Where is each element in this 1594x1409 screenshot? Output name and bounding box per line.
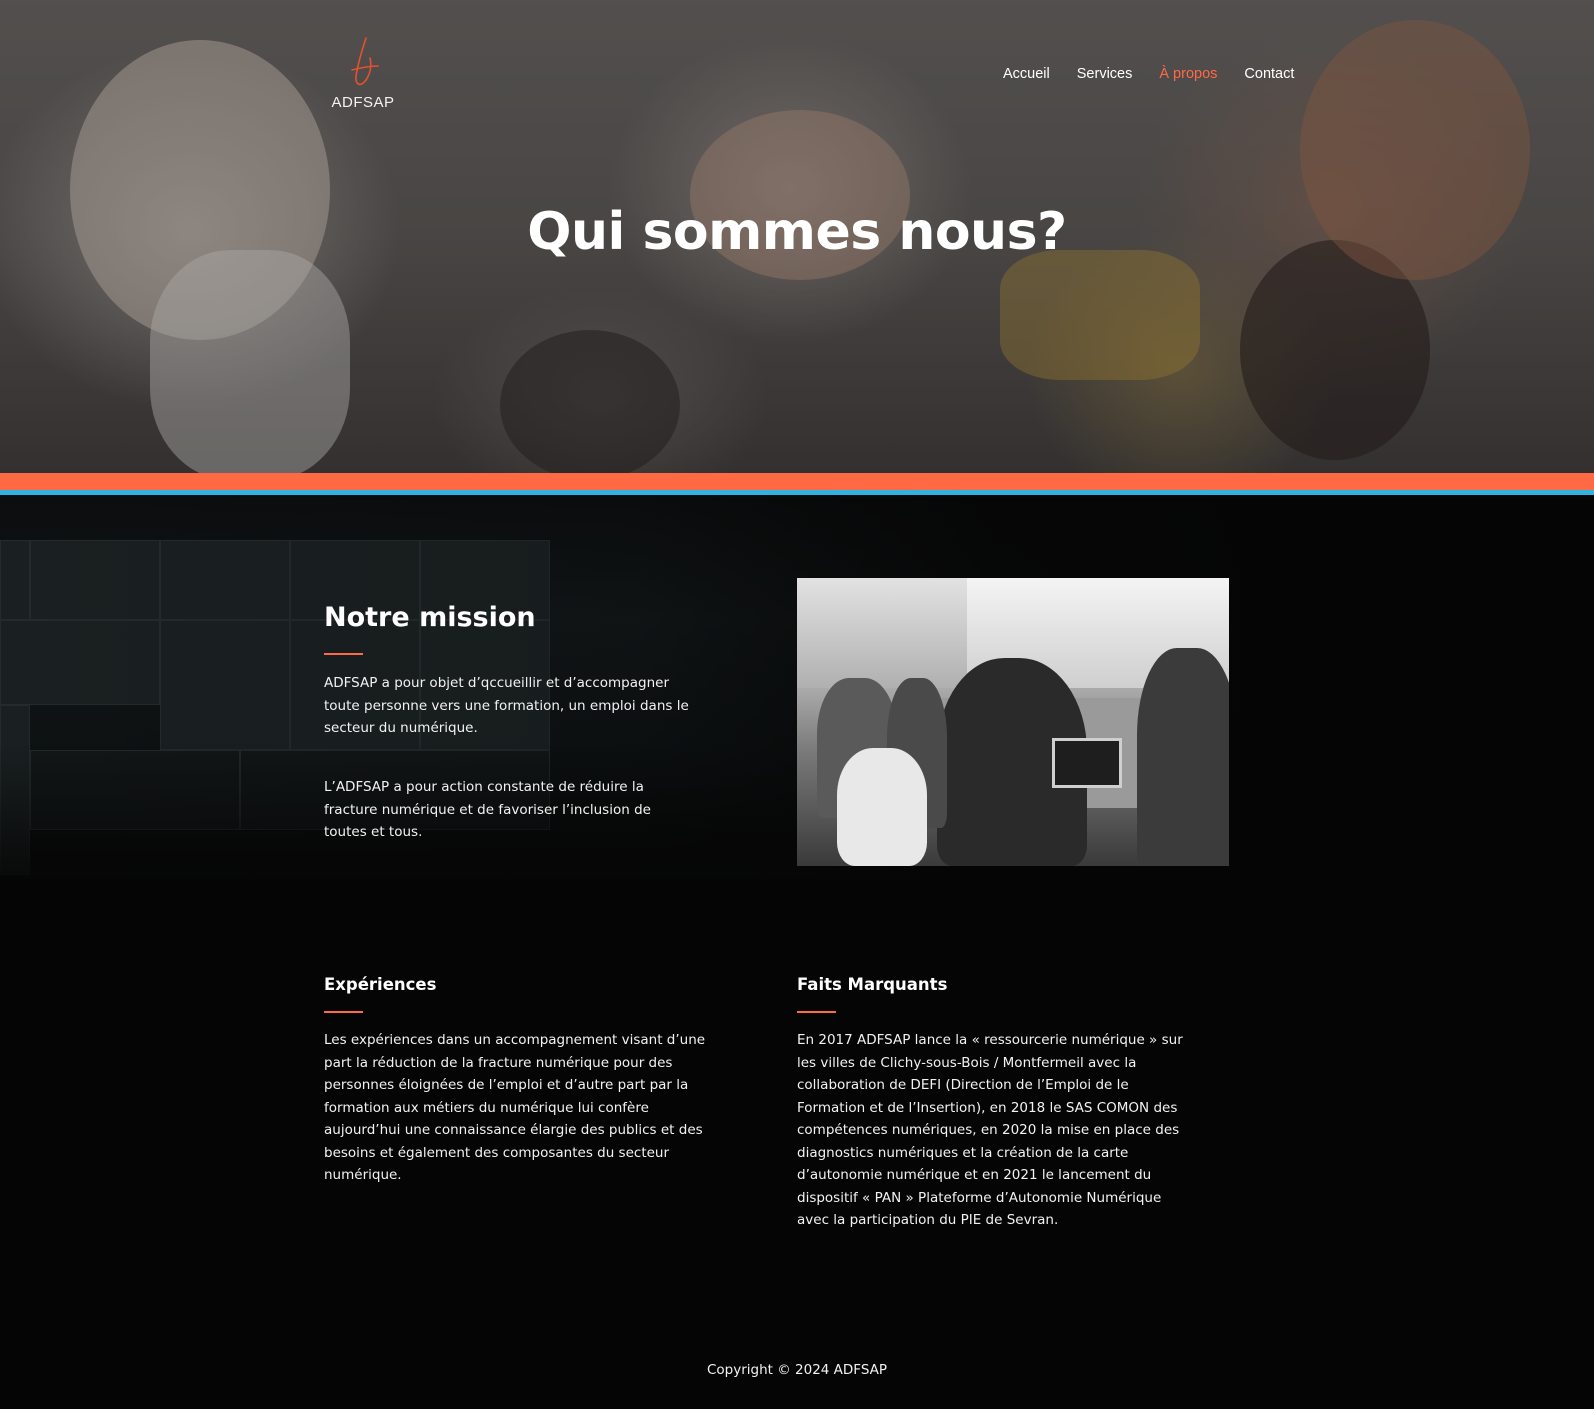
mission-paragraph-2: L’ADFSAP a pour action constante de rédu…	[324, 779, 651, 840]
photo-wall	[797, 578, 967, 688]
highlights-title-underline	[797, 1011, 836, 1013]
experiences-title-underline	[324, 1011, 363, 1013]
mission-team-photo	[797, 578, 1229, 866]
highlights-text: En 2017 ADFSAP lance la « ressourcerie n…	[797, 1032, 1183, 1228]
nav-item-accueil[interactable]: Accueil	[1003, 66, 1050, 82]
mission-title: Notre mission	[324, 602, 536, 633]
mission-paragraph-1: ADFSAP a pour objet d’qccueillir et d’ac…	[324, 675, 689, 736]
accent-stripe-orange	[0, 473, 1594, 490]
nav-item-a-propos[interactable]: À propos	[1159, 66, 1217, 82]
experiences-text: Les expériences dans un accompagnement v…	[324, 1032, 706, 1183]
logo-text: ADFSAP	[331, 94, 395, 111]
nav-item-services[interactable]: Services	[1077, 66, 1133, 82]
logo-signature-icon	[351, 37, 379, 86]
hero-banner: ADFSAP Accueil Services À propos Contact…	[0, 0, 1594, 473]
site-logo[interactable]: ADFSAP	[330, 36, 396, 114]
photo-person	[1137, 648, 1229, 866]
page-title: Qui sommes nous?	[527, 202, 1067, 262]
mission-title-underline	[324, 653, 363, 655]
nav-item-contact[interactable]: Contact	[1244, 66, 1294, 82]
photo-laptop	[1052, 738, 1122, 788]
highlights-title: Faits Marquants	[797, 975, 948, 994]
experiences-title: Expériences	[324, 975, 437, 994]
photo-chair	[837, 748, 927, 866]
footer-copyright: Copyright © 2024 ADFSAP	[706, 1362, 888, 1378]
main-nav: Accueil Services À propos Contact	[1003, 66, 1294, 82]
